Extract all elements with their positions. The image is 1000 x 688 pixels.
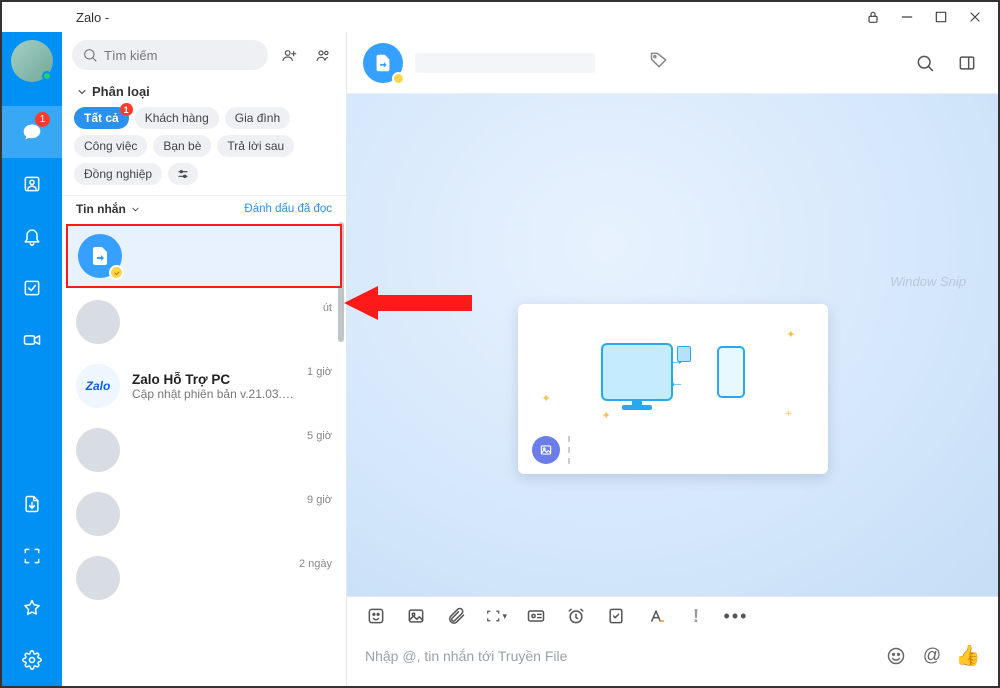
compose-input[interactable]: Nhập @, tin nhắn tới Truyền File (365, 648, 872, 664)
nav-star[interactable] (2, 582, 62, 634)
titlebar: Zalo - (2, 2, 998, 32)
sticker-icon[interactable] (365, 605, 387, 627)
priority-icon[interactable]: ! (685, 605, 707, 627)
chat-badge: 1 (35, 112, 50, 127)
conversation-item[interactable]: 2 ngày (62, 546, 346, 610)
avatar[interactable] (11, 40, 53, 82)
sidebar: Tìm kiếm Phân loại Tất cả1 Khách hàng Gi… (62, 32, 347, 686)
chip-family[interactable]: Gia đình (225, 107, 290, 129)
window-title: Zalo - (76, 10, 109, 25)
avatar-icon (76, 300, 120, 344)
panel-toggle-icon[interactable] (952, 48, 982, 78)
image-icon (532, 436, 560, 464)
conversation-item[interactable] (66, 224, 342, 288)
close-button[interactable] (958, 3, 992, 31)
chip-customers[interactable]: Khách hàng (135, 107, 219, 129)
avatar-icon (76, 492, 120, 536)
emoji-icon[interactable] (884, 644, 908, 668)
create-group-icon[interactable] (310, 42, 336, 68)
phone-icon (717, 346, 745, 398)
filter-messages[interactable]: Tin nhắn (76, 202, 141, 216)
categories-title: Phân loại (92, 84, 150, 99)
nav-chat[interactable]: 1 (2, 106, 62, 158)
categories-toggle[interactable]: Phân loại (62, 78, 346, 103)
chip-colleague[interactable]: Đồng nghiệp (74, 163, 162, 185)
conversation-item[interactable]: Zalo Zalo Hỗ Trợ PC Cập nhật phiên bản v… (62, 354, 346, 418)
chevron-down-icon (76, 86, 88, 98)
chevron-down-icon (130, 204, 141, 215)
monitor-icon (601, 343, 673, 401)
avatar-icon (76, 428, 120, 472)
conversation-time: 9 giờ (307, 494, 332, 506)
conversation-item[interactable]: 9 giờ (62, 482, 346, 546)
image-attach-icon[interactable] (405, 605, 427, 627)
nav-notifications[interactable] (2, 210, 62, 262)
conversation-list: út Zalo Zalo Hỗ Trợ PC Cập nhật phiên bả… (62, 222, 346, 686)
conversation-time: 2 ngày (299, 558, 332, 570)
conversation-time: 1 giờ (307, 366, 332, 378)
nav-contacts[interactable] (2, 158, 62, 210)
search-placeholder: Tìm kiếm (104, 48, 157, 63)
nav-tasks[interactable] (2, 262, 62, 314)
nav-rail: 1 (2, 32, 62, 686)
screenshot-icon[interactable]: ▾ (485, 605, 507, 627)
task-icon[interactable] (605, 605, 627, 627)
nav-capture[interactable] (2, 530, 62, 582)
card-icon[interactable] (525, 605, 547, 627)
file-transfer-icon (78, 234, 122, 278)
verified-icon (109, 265, 124, 280)
conversation-name: Zalo Hỗ Trợ PC (132, 372, 295, 387)
add-friend-icon[interactable] (276, 42, 302, 68)
compose-toolbar: ▾ ! ••• Nhập @, tin nhắn tới Truyền File… (347, 596, 998, 686)
attachment-icon[interactable] (445, 605, 467, 627)
nav-video[interactable] (2, 314, 62, 366)
category-chips: Tất cả1 Khách hàng Gia đình Công việc Bạ… (62, 103, 346, 195)
conversation-time: út (323, 302, 332, 314)
chip-reply-later[interactable]: Trả lời sau (217, 135, 294, 157)
chip-settings-icon[interactable] (168, 163, 198, 185)
watermark-text: Window Snip (890, 274, 966, 289)
lock-icon[interactable] (856, 3, 890, 31)
chip-work[interactable]: Công việc (74, 135, 147, 157)
maximize-button[interactable] (924, 3, 958, 31)
conversation-time: 5 giờ (307, 430, 332, 442)
zalo-logo-icon: Zalo (76, 364, 120, 408)
file-transfer-icon (363, 43, 403, 83)
minimize-button[interactable] (890, 3, 924, 31)
thumbs-up-icon[interactable]: 👍 (956, 644, 980, 668)
chat-title (415, 53, 595, 73)
chip-all[interactable]: Tất cả1 (74, 107, 129, 129)
transfer-card: ✦ ✦ + ✦ →← (518, 304, 828, 474)
format-icon[interactable] (645, 605, 667, 627)
nav-settings[interactable] (2, 634, 62, 686)
document-icon (677, 346, 691, 362)
chip-friends[interactable]: Bạn bè (153, 135, 211, 157)
nav-file[interactable] (2, 478, 62, 530)
mark-all-read[interactable]: Đánh dấu đã đọc (244, 203, 332, 215)
chip-badge: 1 (120, 103, 133, 116)
tag-icon[interactable] (649, 50, 669, 75)
conversation-preview: Cập nhật phiên bản v.21.03.03… (132, 387, 295, 401)
conversation-item[interactable]: 5 giờ (62, 418, 346, 482)
search-icon (82, 47, 98, 63)
more-icon[interactable]: ••• (725, 605, 747, 627)
chat-header (347, 32, 998, 94)
reminder-icon[interactable] (565, 605, 587, 627)
chat-pane: Window Snip ✦ ✦ + ✦ →← (347, 32, 998, 686)
search-input[interactable]: Tìm kiếm (72, 40, 268, 70)
conversation-item[interactable]: út (62, 290, 346, 354)
search-in-chat-icon[interactable] (910, 48, 940, 78)
avatar-icon (76, 556, 120, 600)
mention-icon[interactable]: @ (920, 644, 944, 668)
chat-body: Window Snip ✦ ✦ + ✦ →← (347, 94, 998, 596)
